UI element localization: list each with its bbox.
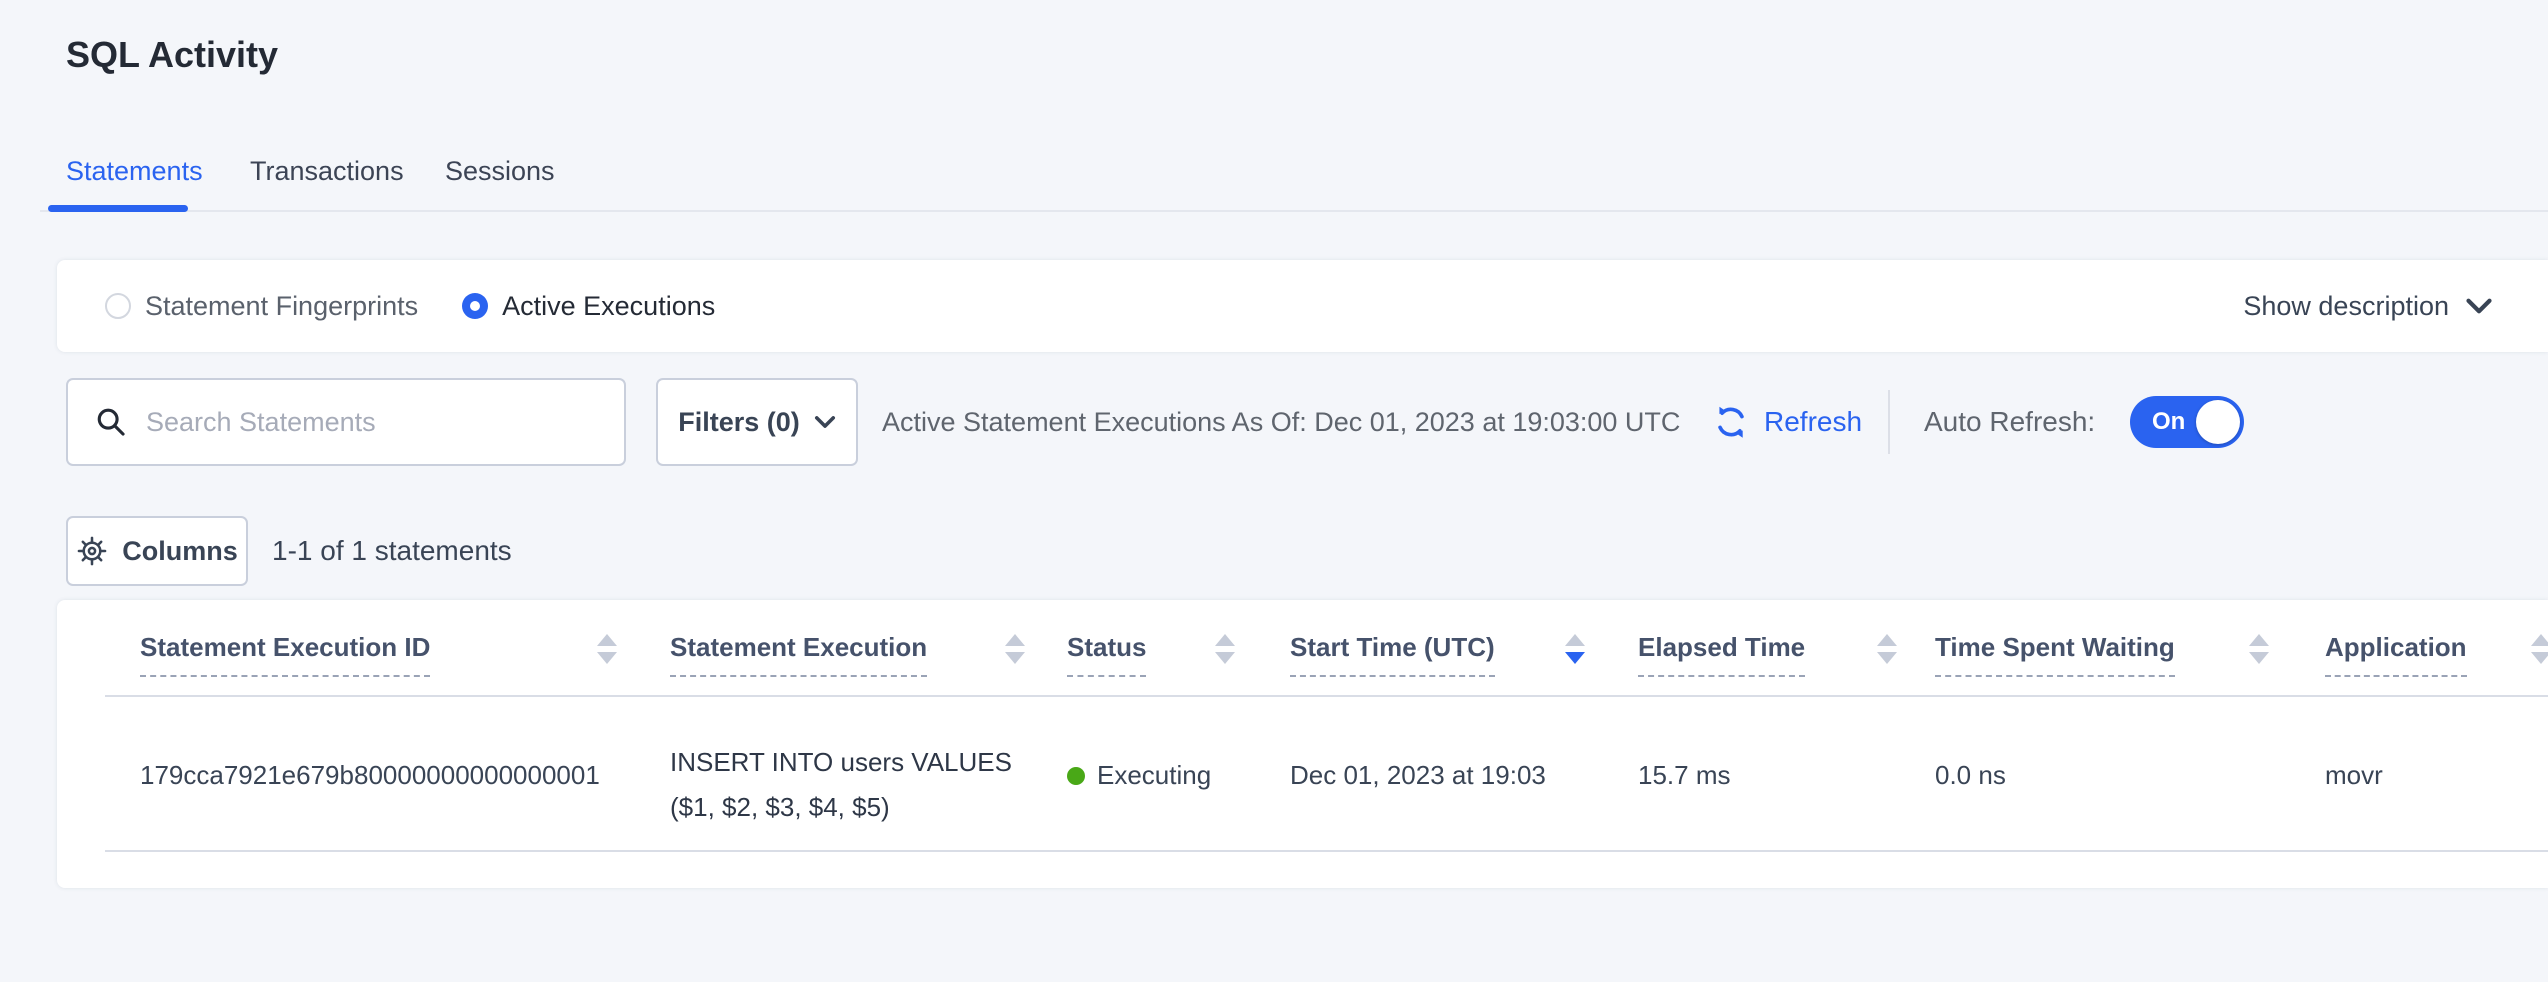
tab-statements[interactable]: Statements [66, 156, 203, 187]
sort-icon[interactable] [1005, 634, 1025, 664]
sort-icon-active-desc[interactable] [1565, 634, 1585, 664]
cell-elapsed-time: 15.7 ms [1638, 760, 1731, 791]
column-header-time-spent-waiting[interactable]: Time Spent Waiting [1935, 632, 2175, 663]
column-header-statement-execution[interactable]: Statement Execution [670, 632, 927, 663]
column-header-start-time[interactable]: Start Time (UTC) [1290, 632, 1495, 663]
auto-refresh-state: On [2152, 408, 2185, 436]
refresh-icon [1712, 403, 1750, 441]
chevron-down-icon [2465, 297, 2493, 315]
sort-icon[interactable] [2531, 634, 2548, 664]
sort-icon[interactable] [597, 634, 617, 664]
cell-status: Executing [1067, 760, 1211, 791]
column-header-application[interactable]: Application [2325, 632, 2467, 663]
gear-icon [76, 535, 108, 567]
refresh-label: Refresh [1764, 406, 1862, 438]
tabs-divider [40, 210, 2548, 212]
show-description-label: Show description [2243, 291, 2449, 322]
refresh-button[interactable]: Refresh [1712, 378, 1862, 466]
active-tab-underline [48, 205, 188, 212]
vertical-divider [1888, 390, 1890, 454]
statement-fingerprints-radio[interactable] [105, 293, 131, 319]
columns-button-label: Columns [122, 536, 238, 567]
columns-button[interactable]: Columns [66, 516, 248, 586]
page-title: SQL Activity [66, 34, 278, 76]
status-executing-icon [1067, 767, 1085, 785]
chevron-down-icon [814, 415, 836, 429]
filters-button-label: Filters (0) [678, 407, 800, 438]
sort-icon[interactable] [1877, 634, 1897, 664]
cell-start-time: Dec 01, 2023 at 19:03 [1290, 760, 1546, 791]
filter-row: Filters (0) Active Statement Executions … [0, 378, 2548, 468]
auto-refresh-label: Auto Refresh: [1924, 378, 2095, 466]
cell-execution-id[interactable]: 179cca7921e679b80000000000000001 [140, 760, 600, 791]
column-header-elapsed-time[interactable]: Elapsed Time [1638, 632, 1805, 663]
cell-statement-execution[interactable]: INSERT INTO users VALUES ($1, $2, $3, $4… [670, 740, 1012, 830]
sort-icon[interactable] [1215, 634, 1235, 664]
statement-fingerprints-label[interactable]: Statement Fingerprints [145, 291, 418, 322]
active-executions-radio[interactable] [462, 293, 488, 319]
cell-application: movr [2325, 760, 2383, 791]
header-divider [105, 695, 2548, 697]
active-executions-label[interactable]: Active Executions [502, 291, 715, 322]
as-of-timestamp: Active Statement Executions As Of: Dec 0… [882, 378, 1680, 466]
filters-button[interactable]: Filters (0) [656, 378, 858, 466]
sort-icon[interactable] [2249, 634, 2269, 664]
column-header-status[interactable]: Status [1067, 632, 1146, 663]
search-icon [94, 405, 128, 439]
search-input[interactable] [146, 382, 624, 462]
sql-activity-page: SQL Activity Statements Transactions Ses… [0, 0, 2548, 982]
row-divider [105, 850, 2548, 852]
search-box[interactable] [66, 378, 626, 466]
tab-transactions[interactable]: Transactions [250, 156, 404, 187]
auto-refresh-toggle[interactable]: On [2130, 396, 2244, 448]
toggle-knob [2196, 400, 2240, 444]
view-mode-bar: Statement Fingerprints Active Executions… [57, 260, 2548, 352]
statements-table: Statement Execution ID Statement Executi… [57, 600, 2548, 888]
result-count: 1-1 of 1 statements [272, 516, 512, 586]
show-description-toggle[interactable]: Show description [2243, 260, 2493, 352]
column-header-statement-execution-id[interactable]: Statement Execution ID [140, 632, 430, 663]
tab-sessions[interactable]: Sessions [445, 156, 555, 187]
cell-time-spent-waiting: 0.0 ns [1935, 760, 2006, 791]
